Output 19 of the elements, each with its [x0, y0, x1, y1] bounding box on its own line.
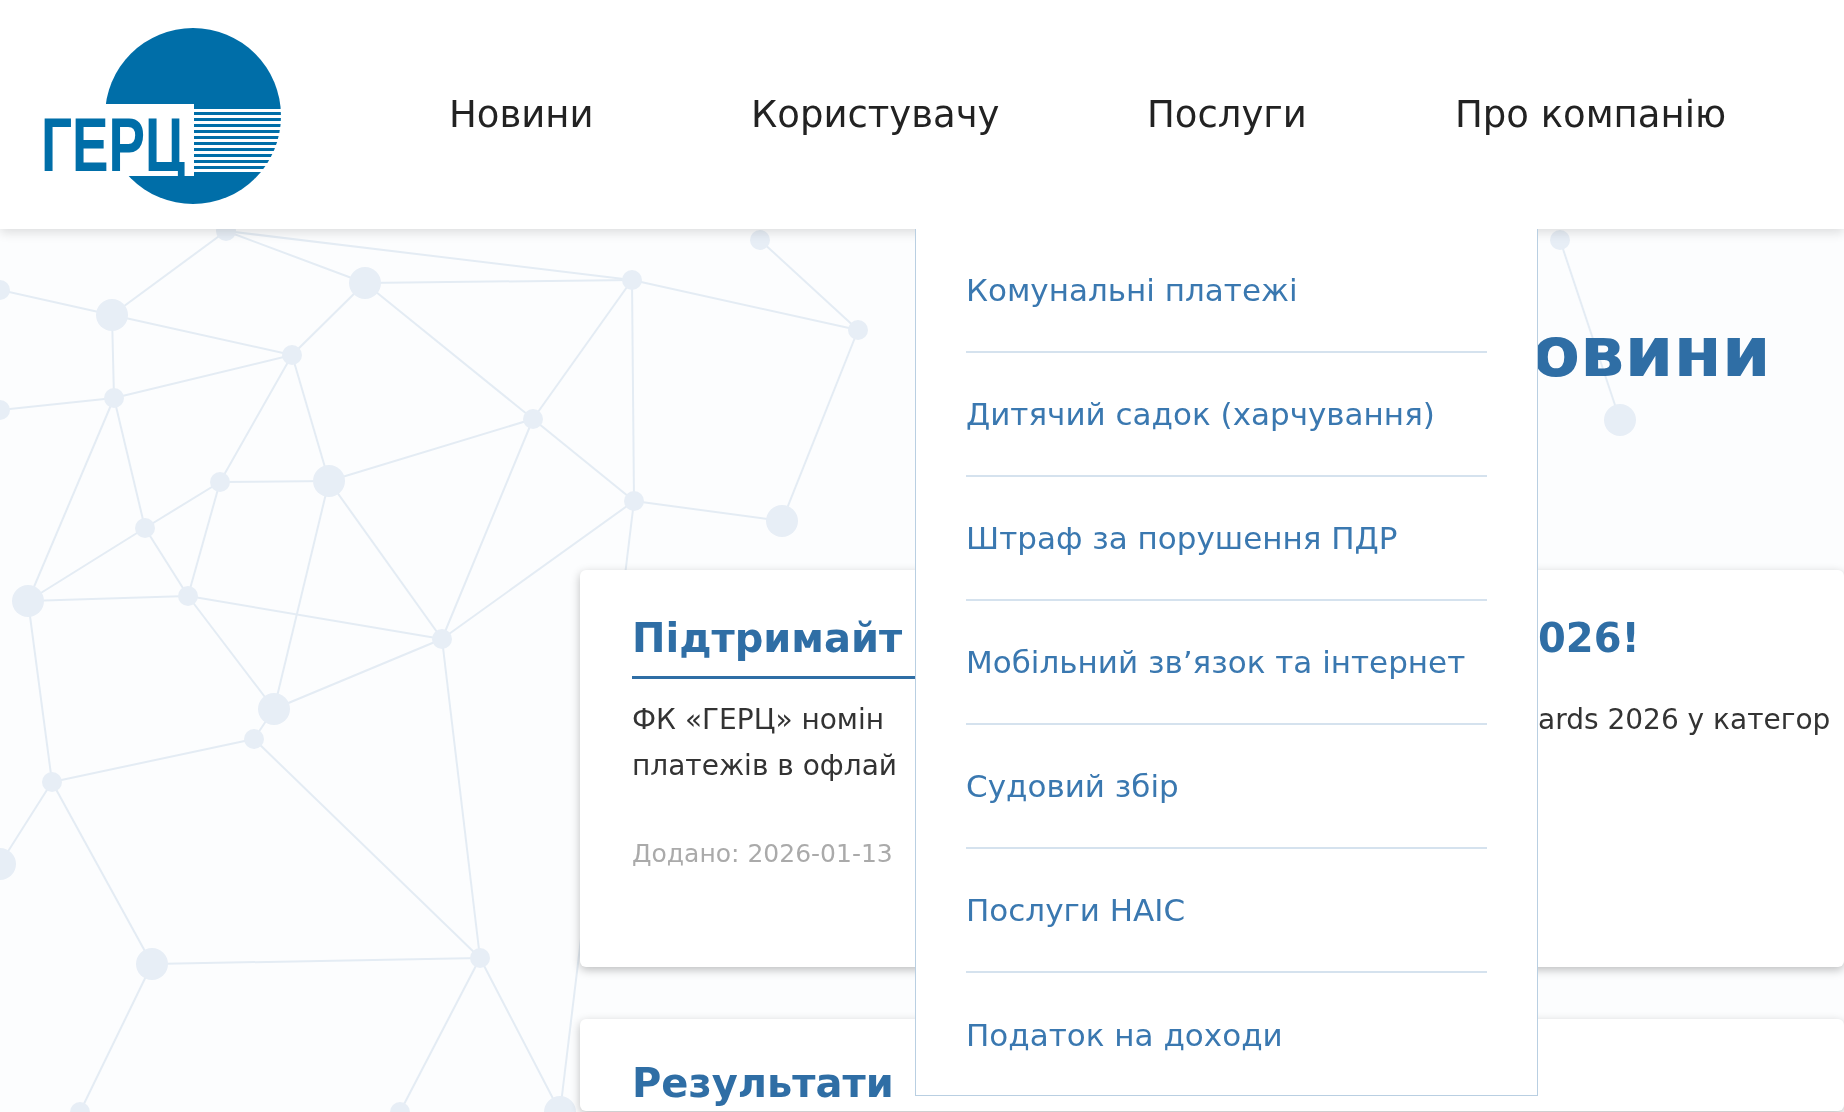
- logo-text: ГЕРЦ: [41, 101, 241, 187]
- menu-item[interactable]: Мобільний зв’язок та інтернет: [966, 601, 1487, 725]
- menu-item[interactable]: Дитячий садок (харчування): [966, 353, 1487, 477]
- menu-item[interactable]: Податок на доходи: [966, 973, 1487, 1097]
- card-text: платежів в офлай: [632, 748, 899, 784]
- date-text: Додано: 2026-01-13: [632, 838, 894, 870]
- nav-link[interactable]: Послуги: [1147, 92, 1307, 136]
- menu-item[interactable]: Послуги НАІС: [966, 849, 1487, 973]
- menu-item[interactable]: Штраф за порушення ПДР: [966, 477, 1487, 601]
- page-heading: овини: [1532, 311, 1771, 393]
- nav-link[interactable]: Користувачу: [751, 92, 1000, 136]
- menu-item[interactable]: Комунальні платежі: [966, 229, 1487, 353]
- nav-link[interactable]: Новини: [449, 92, 594, 136]
- card-title[interactable]: 026!: [1538, 610, 1831, 666]
- card-text: ards 2026 у категор: [1538, 702, 1831, 738]
- menu-item[interactable]: Судовий збір: [966, 725, 1487, 849]
- card-title[interactable]: Результати: [632, 1059, 915, 1112]
- nav-link[interactable]: Про компанію: [1455, 92, 1727, 136]
- card-text: ФК «ГЕРЦ» номін: [632, 702, 886, 738]
